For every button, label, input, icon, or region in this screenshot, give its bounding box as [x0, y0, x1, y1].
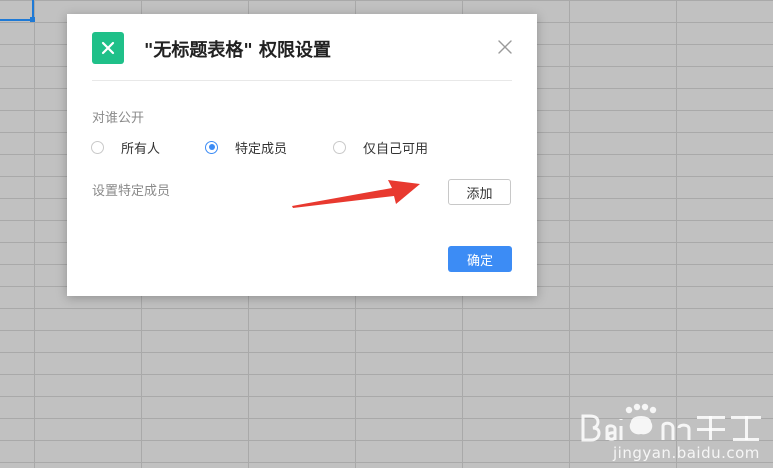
- selected-cell[interactable]: [0, 0, 35, 22]
- dialog-title: "无标题表格" 权限设置: [144, 40, 332, 61]
- radio-only-me[interactable]: 仅自己可用: [333, 138, 429, 157]
- add-members-button[interactable]: 添加: [448, 179, 511, 205]
- baidu-watermark: jingyan.baidu.com: [577, 402, 767, 464]
- dialog-header: "无标题表格" 权限设置: [92, 32, 512, 81]
- watermark-url: jingyan.baidu.com: [613, 444, 760, 462]
- radio-everyone-label: 所有人: [121, 141, 161, 157]
- close-icon[interactable]: [496, 38, 514, 56]
- permission-dialog: "无标题表格" 权限设置 对谁公开 所有人 特定成员 仅自己可用 设置特定成员 …: [67, 14, 537, 296]
- confirm-button[interactable]: 确定: [448, 246, 512, 272]
- visibility-label: 对谁公开: [92, 111, 145, 126]
- radio-everyone[interactable]: 所有人: [91, 138, 161, 157]
- baidu-paw-logo-icon: [581, 403, 761, 442]
- radio-only-me-circle[interactable]: [333, 140, 346, 154]
- fill-handle[interactable]: [30, 17, 35, 22]
- radio-specific-members-label: 特定成员: [235, 141, 288, 157]
- radio-specific-members-circle[interactable]: [205, 140, 218, 154]
- members-label: 设置特定成员: [92, 184, 171, 199]
- annotation-arrow-icon: [292, 180, 420, 208]
- radio-specific-members[interactable]: 特定成员: [205, 138, 288, 157]
- radio-only-me-label: 仅自己可用: [363, 141, 429, 157]
- radio-everyone-circle[interactable]: [91, 140, 104, 154]
- spreadsheet-x-icon: [92, 32, 124, 64]
